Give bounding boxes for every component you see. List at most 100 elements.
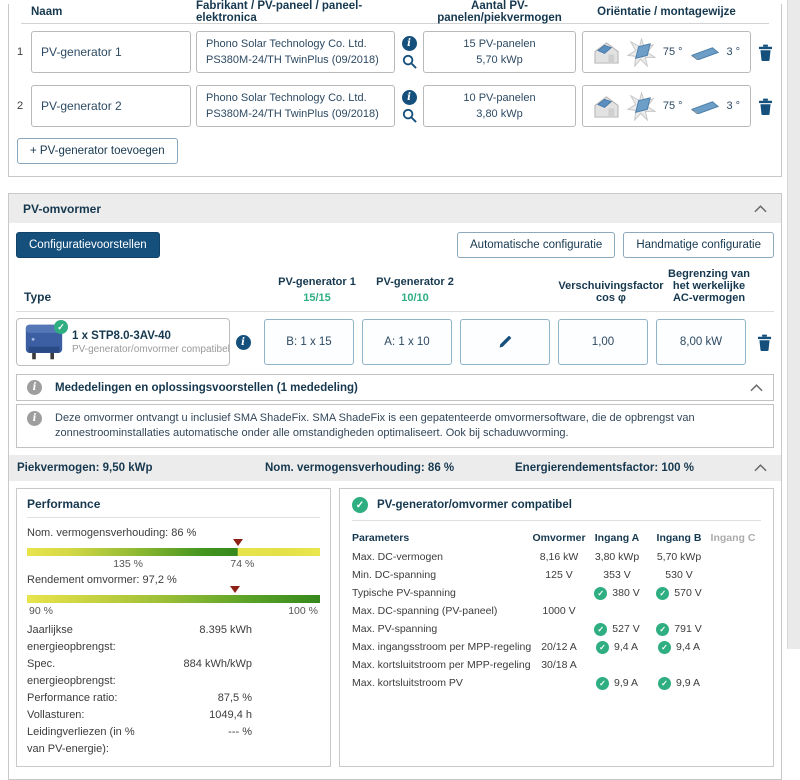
generator-name-input[interactable] (31, 31, 191, 73)
gauge1-tick-high: 74 % (230, 558, 255, 570)
collapse-chevron-icon[interactable] (750, 383, 763, 392)
info-icon (27, 380, 42, 395)
delete-inverter-icon[interactable] (754, 334, 774, 351)
azimuth-compass-icon (626, 37, 656, 67)
cos-phi-column-header: Verschuivingsfactor cos φ (558, 280, 664, 304)
column-header-orientatie: Oriëntatie / montagewijze (597, 5, 736, 18)
scrollbar[interactable] (787, 0, 800, 649)
panel-manufacturer: Phono Solar Technology Co. Ltd. (206, 92, 367, 104)
inverter-compatibility-status: PV-generator/omvormer compatibel (72, 343, 230, 355)
info-icon[interactable] (401, 35, 417, 51)
gauge2-ticks: 90 % 100 % (27, 603, 320, 618)
inverter-type-field[interactable]: 1 x STP8.0-3AV-40 PV-generator/omvormer … (16, 318, 230, 366)
performance-title: Performance (27, 497, 320, 518)
panel-count: 15 PV-panelen (463, 38, 536, 50)
gauge2 (27, 586, 320, 603)
panel-count-field[interactable]: 15 PV-panelen 5,70 kWp (423, 31, 576, 73)
parameter-row: Max. DC-vermogen 8,16 kW 3,80 kWp 5,70 kWp (352, 551, 702, 563)
power-ratio-summary: Nom. vermogensverhouding: 86 % (265, 462, 455, 474)
panel-count-field[interactable]: 10 PV-panelen 3,80 kWp (423, 85, 576, 127)
orientation-field[interactable]: 75 ° 3 ° (582, 31, 751, 73)
gauge1-bar (27, 548, 320, 556)
ac-limit-column-header: Begrenzing van het werkelijke AC-vermoge… (668, 268, 750, 304)
gauge2-label: Rendement omvormer: 97,2 % (27, 574, 177, 586)
azimuth-compass-icon (626, 91, 656, 121)
compatibility-title: PV-generator/omvormer compatibel (377, 499, 572, 511)
row-number: 2 (17, 100, 24, 112)
column-header-aantal: Aantal PV-panelen/piekvermogen (437, 0, 562, 24)
stat-row: Leidingverliezen (in % van PV-energie): -… (27, 726, 252, 755)
add-generator-button[interactable]: + PV-generator toevoegen (17, 138, 178, 164)
peak-power: 5,70 kWp (476, 54, 523, 66)
pencil-icon (499, 335, 512, 348)
pv-generators-panel: Naam Fabrikant / PV-paneel / paneel-elek… (8, 0, 782, 177)
parameter-row: Min. DC-spanning 125 V 353 V 530 V (352, 569, 693, 581)
azimuth-value: 75 ° (662, 100, 683, 112)
magnifier-icon[interactable] (402, 54, 417, 69)
ac-limit-cell[interactable]: 8,00 kW (656, 319, 746, 365)
configuration-buttons-row: Configuratievoorstellen Automatische con… (16, 232, 774, 258)
ok-check-icon (594, 622, 608, 636)
ok-check-icon (658, 640, 672, 654)
house-roof-icon (593, 40, 620, 65)
inverter-type-name: 1 x STP8.0-3AV-40 (72, 329, 171, 342)
header-divider (21, 23, 769, 24)
edit-config-cell[interactable] (460, 319, 550, 365)
message-text: Deze omvormer ontvangt u inclusief SMA S… (55, 412, 695, 439)
pv-inverter-panel: PV-omvormer Configuratievoorstellen Auto… (8, 193, 782, 780)
row-number: 1 (17, 46, 24, 58)
magnifier-icon[interactable] (402, 108, 417, 123)
stat-row: Performance ratio: 87,5 % (27, 692, 252, 704)
gauge2-tick-low: 90 % (29, 605, 53, 617)
gen1-assigned-count: 15/15 (303, 292, 331, 304)
gen2-string-config-cell[interactable]: A: 1 x 10 (362, 319, 452, 365)
info-icon[interactable] (401, 89, 417, 105)
ok-check-icon (594, 586, 608, 600)
inverter-config-row: 1 x STP8.0-3AV-40 PV-generator/omvormer … (16, 318, 774, 366)
column-header-naam: Naam (31, 5, 63, 18)
ok-check-icon (658, 676, 672, 690)
gen1-string-config-cell[interactable]: B: 1 x 15 (264, 319, 354, 365)
manual-configuration-button[interactable]: Handmatige configuratie (623, 232, 774, 258)
parameter-row: Max. kortsluitstroom per MPP-regeling 30/… (352, 659, 577, 671)
panel-model: PS380M-24/TH TwinPlus (09/2018) (206, 108, 379, 120)
automatic-configuration-button[interactable]: Automatische configuratie (457, 232, 616, 258)
cos-phi-cell[interactable]: 1,00 (558, 319, 648, 365)
delete-generator-icon[interactable] (751, 44, 773, 61)
orientation-field[interactable]: 75 ° 3 ° (582, 85, 751, 127)
generator-name-input[interactable] (31, 85, 191, 127)
compatibility-box: PV-generator/omvormer compatibel Paramet… (339, 488, 774, 767)
performance-stats: Jaarlijkse energieopbrengst: 8.395 kWh Sp… (27, 622, 320, 758)
page: Naam Fabrikant / PV-paneel / paneel-elek… (8, 0, 782, 780)
info-icon[interactable] (235, 334, 251, 350)
collapse-chevron-icon[interactable] (754, 464, 767, 472)
parameter-row: Max. kortsluitstroom PV9,9 A9,9 A (352, 674, 761, 692)
delete-generator-icon[interactable] (751, 98, 773, 115)
tilt-panel-icon (690, 99, 720, 114)
info-icon (27, 411, 42, 426)
ok-check-icon (596, 676, 610, 690)
ok-check-icon (596, 640, 610, 654)
panel-type-field[interactable]: Phono Solar Technology Co. Ltd. PS380M-2… (196, 85, 395, 127)
gauge1-marker (232, 539, 243, 546)
message-item: Deze omvormer ontvangt u inclusief SMA S… (16, 404, 774, 448)
compatible-check-icon (352, 497, 368, 513)
gauge1 (27, 539, 320, 556)
parameters-header-row: Parameters Omvormer Ingang A Ingang B In… (352, 532, 756, 544)
panel-model: PS380M-24/TH TwinPlus (09/2018) (206, 54, 379, 66)
config-header-divider (16, 311, 774, 312)
generators-header-row: Naam Fabrikant / PV-paneel / paneel-elek… (9, 0, 781, 24)
ok-check-icon (656, 586, 670, 600)
collapse-chevron-icon[interactable] (754, 204, 767, 213)
compatible-check-icon (54, 320, 68, 334)
messages-title: Mededelingen en oplossingsvoorstellen (1… (55, 381, 358, 394)
messages-header[interactable]: Mededelingen en oplossingsvoorstellen (1… (16, 374, 774, 401)
column-header-fabrikant: Fabrikant / PV-paneel / paneel-elektroni… (196, 0, 363, 24)
inverter-section-header[interactable]: PV-omvormer (9, 194, 781, 223)
gauge1-tick-low: 135 % (113, 558, 143, 570)
configuration-proposals-button[interactable]: Configuratievoorstellen (16, 232, 160, 258)
panel-manufacturer: Phono Solar Technology Co. Ltd. (206, 38, 367, 50)
parameter-row: Max. DC-spanning (PV-paneel) 1000 V (352, 605, 576, 617)
panel-type-field[interactable]: Phono Solar Technology Co. Ltd. PS380M-2… (196, 31, 395, 73)
tilt-value: 3 ° (726, 100, 741, 112)
